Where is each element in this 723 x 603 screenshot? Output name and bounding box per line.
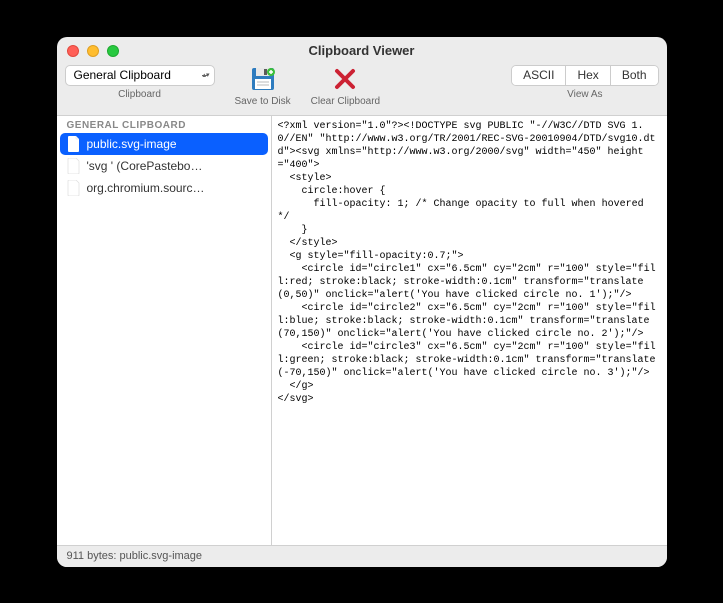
clear-label: Clear Clipboard <box>311 96 380 107</box>
sidebar-item-label: org.chromium.sourc… <box>87 181 205 195</box>
sidebar-item-label: public.svg-image <box>87 137 177 151</box>
save-to-disk-button[interactable]: Save to Disk <box>235 65 291 107</box>
close-button[interactable] <box>67 45 79 57</box>
sidebar-header: GENERAL CLIPBOARD <box>57 116 271 133</box>
statusbar: 911 bytes: public.svg-image <box>57 545 667 567</box>
toolbar: General Clipboard ▴▾ Clipboard Save to D… <box>57 65 667 115</box>
viewas-ascii-button[interactable]: ASCII <box>512 66 566 85</box>
viewas-label: View As <box>567 89 602 100</box>
traffic-lights <box>67 45 119 57</box>
floppy-disk-icon <box>248 65 278 93</box>
clear-clipboard-button[interactable]: Clear Clipboard <box>311 65 380 107</box>
clipboard-section: General Clipboard ▴▾ Clipboard <box>65 65 215 100</box>
file-icon <box>67 180 81 196</box>
clipboard-label: Clipboard <box>118 89 161 100</box>
titlebar[interactable]: Clipboard Viewer <box>57 37 667 65</box>
save-label: Save to Disk <box>235 96 291 107</box>
content-view[interactable]: <?xml version="1.0"?><!DOCTYPE svg PUBLI… <box>272 116 667 545</box>
status-text: 911 bytes: public.svg-image <box>67 550 203 562</box>
viewas-segmented: ASCII Hex Both <box>511 65 658 86</box>
main-area: GENERAL CLIPBOARD public.svg-image 'svg … <box>57 115 667 545</box>
sidebar: GENERAL CLIPBOARD public.svg-image 'svg … <box>57 116 272 545</box>
updown-icon: ▴▾ <box>202 73 209 78</box>
sidebar-item-chromium-source[interactable]: org.chromium.sourc… <box>57 177 271 199</box>
viewas-hex-button[interactable]: Hex <box>566 66 610 85</box>
window-title: Clipboard Viewer <box>67 43 657 58</box>
viewas-both-button[interactable]: Both <box>611 66 658 85</box>
clipboard-select[interactable]: General Clipboard ▴▾ <box>65 65 215 86</box>
sidebar-item-label: 'svg ' (CorePastebo… <box>87 159 203 173</box>
file-icon <box>67 136 81 152</box>
clipboard-select-value: General Clipboard <box>74 68 171 82</box>
x-icon <box>330 65 360 93</box>
viewas-section: ASCII Hex Both View As <box>511 65 658 100</box>
maximize-button[interactable] <box>107 45 119 57</box>
sidebar-item-public-svg[interactable]: public.svg-image <box>60 133 268 155</box>
app-window: Clipboard Viewer General Clipboard ▴▾ Cl… <box>57 37 667 567</box>
sidebar-item-svg-corepaste[interactable]: 'svg ' (CorePastebo… <box>57 155 271 177</box>
file-icon <box>67 158 81 174</box>
minimize-button[interactable] <box>87 45 99 57</box>
